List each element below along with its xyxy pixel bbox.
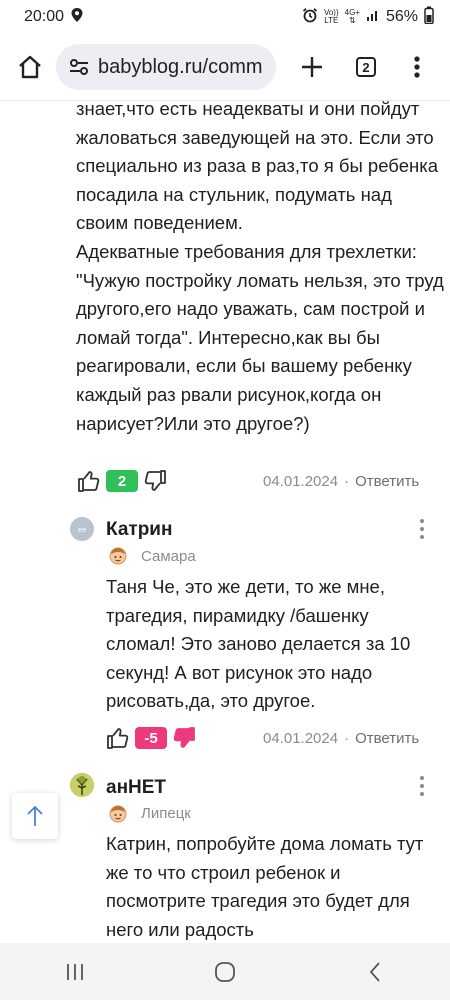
like-button[interactable] (76, 468, 102, 494)
comment-text: Катрин, попробуйте дома ломать тут же то… (106, 833, 424, 940)
volte-indicator: Vo)) LTE (323, 8, 339, 25)
comment-paragraph: знает,что есть неадекваты и они пойдут ж… (76, 101, 438, 234)
reply-link[interactable]: Ответить (355, 730, 419, 747)
author-location: Самара (141, 548, 196, 565)
alarm-icon (302, 7, 318, 28)
address-bar[interactable]: babyblog.ru/comm (56, 44, 276, 90)
recent-apps-icon (67, 963, 83, 980)
like-button[interactable] (105, 725, 131, 751)
home-icon (19, 55, 41, 79)
comment-meta: 04.01.2024 · Ответить (263, 730, 420, 747)
thumbs-up-icon (107, 728, 129, 749)
home-circle-icon (215, 961, 235, 982)
comments-feed: знает,что есть неадекваты и они пойдут ж… (0, 101, 450, 943)
dislike-button[interactable] (142, 468, 168, 494)
vote-count: 2 (106, 470, 138, 492)
location-icon (70, 7, 84, 28)
home-nav-button[interactable] (195, 952, 255, 992)
comment-menu-button[interactable] (414, 774, 430, 798)
reply-link[interactable]: Ответить (355, 473, 419, 490)
battery-level: 56% (385, 8, 418, 25)
back-button[interactable] (345, 952, 405, 992)
arrow-up-icon (27, 805, 43, 826)
author-name[interactable]: Катрин (106, 519, 172, 541)
status-bar: 20:00 Vo)) LTE 4G+ ⇅ 56% (0, 0, 450, 34)
user-status-icon (108, 804, 128, 824)
scroll-to-top-button[interactable] (12, 793, 58, 839)
comment-date: 04.01.2024 (263, 730, 339, 747)
comment-meta: 04.01.2024 · Ответить (263, 473, 420, 490)
browser-toolbar: babyblog.ru/comm 2 (0, 34, 450, 100)
signal-icon (366, 8, 380, 27)
plus-icon (302, 57, 322, 77)
more-vert-icon (414, 56, 420, 78)
back-icon (369, 961, 380, 982)
author-location: Липецк (141, 805, 191, 822)
tabs-icon: 2 (356, 57, 376, 77)
dislike-button[interactable] (171, 725, 197, 751)
avatar[interactable] (70, 773, 94, 797)
thumbs-down-icon (173, 727, 195, 748)
battery-icon (424, 6, 434, 29)
url-text: babyblog.ru/comm (98, 55, 263, 78)
vote-bar: -5 (105, 725, 197, 751)
network-indicator: 4G+ ⇅ (344, 8, 360, 25)
thumbs-up-icon (78, 471, 100, 492)
browser-menu-button[interactable] (402, 47, 432, 87)
home-button[interactable] (10, 47, 50, 87)
system-nav-bar (0, 943, 450, 1000)
avatar[interactable]: ee (70, 517, 94, 541)
comment-paragraph: Адекватные требования для трехлетки: "Чу… (76, 240, 444, 434)
svg-text:ee: ee (78, 526, 87, 534)
vote-count: -5 (135, 727, 167, 749)
author-name[interactable]: анНЕТ (106, 777, 166, 799)
comment-text: знает,что есть неадекваты и они пойдут ж… (76, 101, 444, 438)
vote-bar: 2 (76, 468, 168, 494)
thumbs-down-icon (144, 470, 166, 491)
recent-apps-button[interactable] (45, 952, 105, 992)
new-tab-button[interactable] (292, 47, 332, 87)
site-settings-icon[interactable] (68, 56, 90, 78)
user-status-icon (108, 546, 128, 566)
status-time: 20:00 (24, 8, 65, 25)
comment-menu-button[interactable] (414, 517, 430, 541)
comment-date: 04.01.2024 (263, 473, 339, 490)
tabs-button[interactable]: 2 (346, 47, 386, 87)
tab-count: 2 (362, 59, 370, 75)
comment-text: Таня Че, это же дети, то же мне, трагеди… (106, 576, 411, 712)
